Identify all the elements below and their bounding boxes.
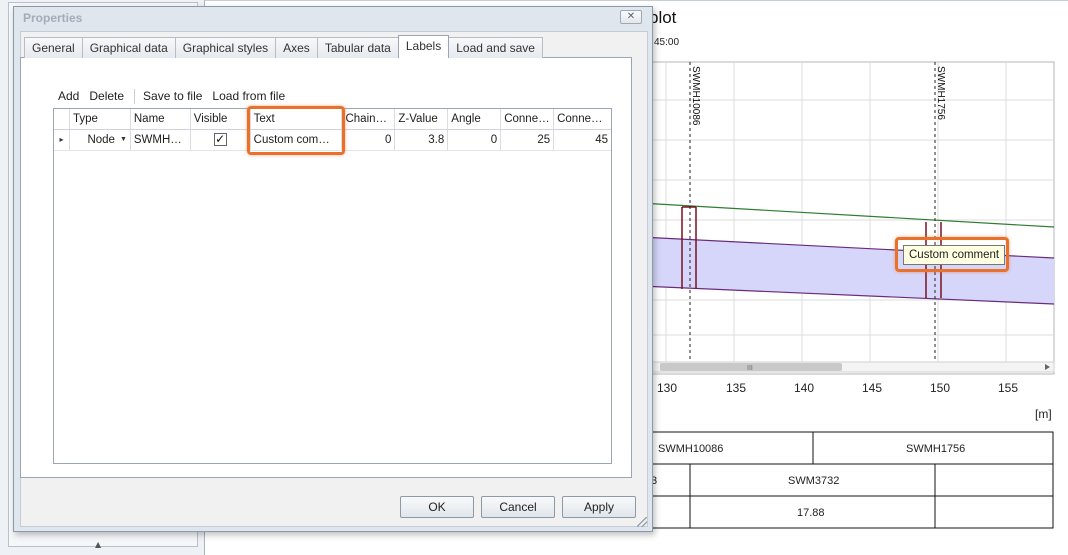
toolbar-separator [134,88,136,104]
save-to-file-button[interactable]: Save to file [139,89,206,103]
table-node-cell: SWMH1756 [906,443,965,455]
cancel-button[interactable]: Cancel [481,496,555,518]
text-column-highlight-box [247,106,345,155]
tab-labels[interactable]: Labels [397,35,450,58]
table-pipe-cell: SWM3732 [788,475,839,487]
chevron-down-icon[interactable]: ▼ [120,130,127,150]
column-header-chainage[interactable]: Chainage [342,109,396,129]
x-tick-label: 150 [930,381,950,395]
tab-axes[interactable]: Axes [275,37,318,58]
tab-graphical-data[interactable]: Graphical data [81,37,176,58]
column-header-name[interactable]: Name [131,109,191,129]
tab-general[interactable]: General [24,37,83,58]
x-tick-label: 140 [794,381,814,395]
tab-tabular-data[interactable]: Tabular data [316,37,399,58]
x-tick-label: 130 [657,381,677,395]
column-header-indicator [54,109,70,129]
node-label-1: SWMH10086 [690,66,701,126]
close-icon[interactable]: ✕ [620,10,642,24]
plot-area [639,61,1055,375]
column-header-type[interactable]: Type [70,109,131,129]
ok-button[interactable]: OK [400,496,474,518]
properties-tabs: General Graphical data Graphical styles … [24,35,543,59]
type-value: Node [87,134,115,146]
labels-grid: Type Name Visible Text Chainage Z-Value … [53,108,612,464]
angle-cell[interactable]: 0 [448,130,502,150]
labels-toolbar: Add Delete Save to file Load from file [54,87,291,105]
apply-button[interactable]: Apply [562,496,636,518]
x-tick-label: 135 [726,381,746,395]
column-header-visible[interactable]: Visible [191,109,251,129]
connector-1-cell[interactable]: 25 [501,130,555,150]
x-axis-unit: [m] [1035,407,1052,421]
dialog-title: Properties [23,11,83,25]
tab-graphical-styles[interactable]: Graphical styles [174,37,277,58]
visible-cell: ✓ [191,130,251,150]
table-node-cell: SWMH10086 [658,443,723,455]
column-header-z-value[interactable]: Z-Value [395,109,449,129]
column-header-angle[interactable]: Angle [448,109,502,129]
column-header-connector-2[interactable]: Connect... [554,109,611,129]
delete-button[interactable]: Delete [85,89,128,103]
name-cell[interactable]: SWMH17... [131,130,191,150]
x-tick-label: 145 [862,381,882,395]
z-value-cell[interactable]: 3.8 [395,130,449,150]
table-value-cell: 17.88 [797,507,825,519]
add-button[interactable]: Add [54,89,83,103]
tooltip-highlight-box [895,237,1009,272]
scrollbar-grip: III [747,365,753,372]
connector-2-cell[interactable]: 45 [554,130,611,150]
column-header-connector-1[interactable]: Connec... [501,109,555,129]
load-from-file-button[interactable]: Load from file [208,89,289,103]
visible-checkbox[interactable]: ✓ [213,133,227,146]
resize-grip-icon[interactable] [637,517,647,527]
row-indicator-icon: ▸ [54,130,70,150]
tab-load-and-save[interactable]: Load and save [448,37,543,58]
type-dropdown[interactable]: Node ▼ [70,130,131,150]
chainage-cell[interactable]: 0 [342,130,396,150]
x-tick-label: 155 [998,381,1018,395]
node-label-2: SWMH1756 [935,66,946,120]
